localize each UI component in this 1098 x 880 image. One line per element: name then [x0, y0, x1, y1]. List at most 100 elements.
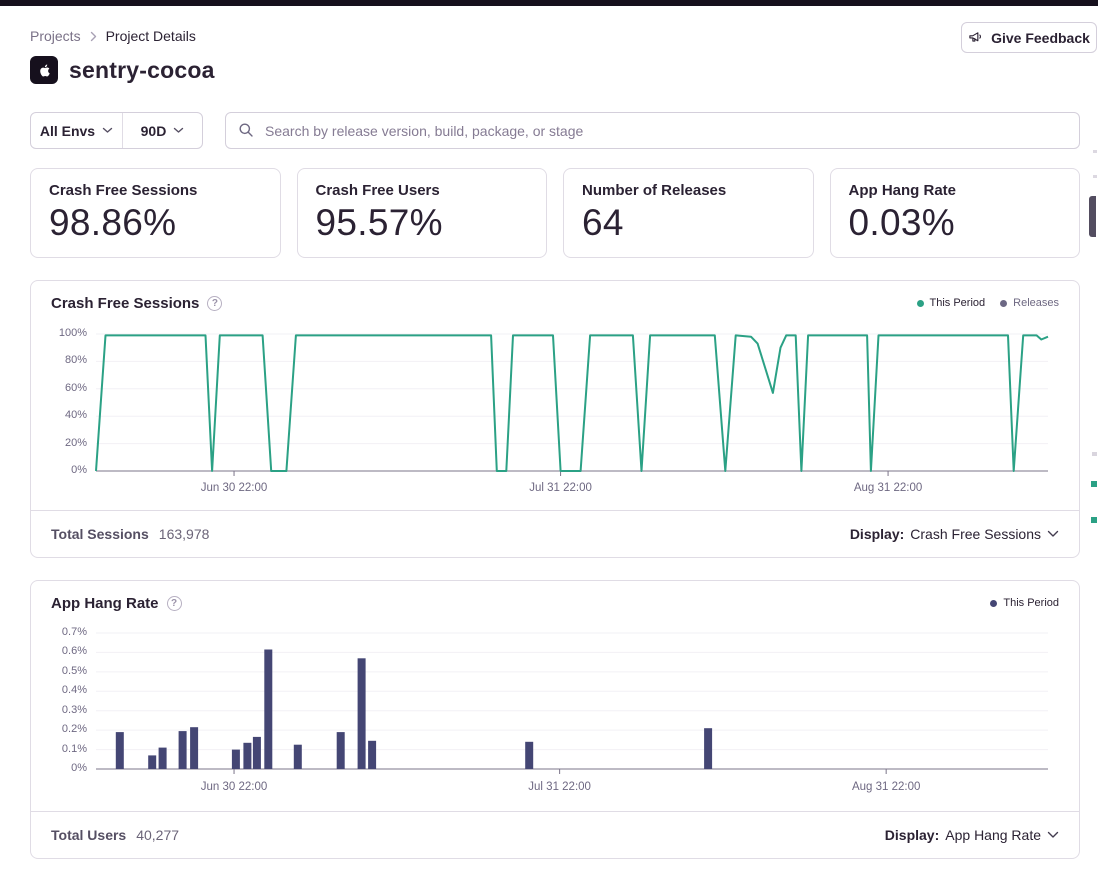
legend-dot-icon — [917, 300, 924, 307]
stat-label: Number of Releases — [582, 182, 795, 199]
stat-value: 98.86% — [49, 202, 262, 244]
chart-footer: Total Users 40,277 Display: App Hang Rat… — [31, 811, 1079, 858]
bar-series-bar — [704, 728, 712, 769]
y-axis-tick-label: 20% — [31, 437, 87, 449]
app-hang-rate-card: App Hang Rate ? This Period 0.7%0.6%0.5%… — [30, 580, 1080, 859]
chart-title: App Hang Rate — [51, 595, 159, 612]
stat-label: Crash Free Users — [316, 182, 529, 199]
chart-title: Crash Free Sessions — [51, 295, 199, 312]
clipped-right-panel-fragment — [1089, 196, 1096, 237]
total-users: Total Users 40,277 — [51, 827, 179, 843]
chevron-down-icon — [1047, 530, 1059, 538]
stat-value: 64 — [582, 202, 795, 244]
legend-dot-icon — [1000, 300, 1007, 307]
help-icon[interactable]: ? — [167, 596, 182, 611]
crash-free-sessions-card: Crash Free Sessions ? This Period Release… — [30, 280, 1080, 558]
clipped-right-panel-fragment — [1093, 175, 1097, 178]
chevron-down-icon — [102, 127, 113, 134]
y-axis-tick-label: 80% — [31, 354, 87, 366]
bar-series-bar — [243, 743, 251, 769]
total-value: 40,277 — [136, 827, 179, 843]
display-selector[interactable]: Display: Crash Free Sessions — [850, 526, 1059, 542]
legend-dot-icon — [990, 600, 997, 607]
stat-card-app-hang-rate: App Hang Rate 0.03% — [830, 168, 1081, 258]
stat-value: 0.03% — [849, 202, 1062, 244]
release-search — [225, 112, 1080, 149]
bar-series-bar — [190, 727, 198, 769]
legend-item[interactable]: This Period — [917, 297, 986, 309]
chart-header: Crash Free Sessions ? — [51, 295, 222, 312]
legend-label: Releases — [1013, 297, 1059, 309]
y-axis-tick-label: 0.7% — [31, 626, 87, 638]
app-hang-rate-plot[interactable] — [96, 633, 1048, 769]
megaphone-icon — [968, 30, 983, 45]
legend-item[interactable]: This Period — [990, 597, 1059, 609]
y-axis-tick-label: 60% — [31, 382, 87, 394]
chart-footer: Total Sessions 163,978 Display: Crash Fr… — [31, 510, 1079, 557]
display-value: App Hang Rate — [945, 827, 1041, 843]
crash-free-sessions-plot[interactable] — [96, 334, 1048, 471]
stat-value: 95.57% — [316, 202, 529, 244]
page-filter-bar: All Envs 90D — [30, 112, 203, 149]
breadcrumb-projects-link[interactable]: Projects — [30, 28, 81, 44]
help-icon[interactable]: ? — [207, 296, 222, 311]
stat-card-crash-free-sessions: Crash Free Sessions 98.86% — [30, 168, 281, 258]
bar-series-bar — [159, 748, 167, 769]
environment-selector-label: All Envs — [40, 123, 95, 139]
bar-series-bar — [116, 732, 124, 769]
x-axis-tick-label: Jun 30 22:00 — [201, 781, 268, 793]
chart-legend: This Period Releases — [917, 297, 1060, 309]
bar-series-bar — [253, 737, 261, 769]
page-title: sentry-cocoa — [69, 57, 215, 84]
summary-stats-row: Crash Free Sessions 98.86% Crash Free Us… — [30, 168, 1080, 258]
clipped-right-panel-fragment — [1092, 452, 1097, 456]
give-feedback-label: Give Feedback — [991, 30, 1090, 46]
chevron-down-icon — [1047, 831, 1059, 839]
display-selector[interactable]: Display: App Hang Rate — [885, 827, 1059, 843]
chevron-right-icon — [90, 31, 97, 42]
y-axis-tick-label: 40% — [31, 409, 87, 421]
chart-legend: This Period — [990, 597, 1059, 609]
y-axis-tick-label: 100% — [31, 327, 87, 339]
legend-label: This Period — [1003, 597, 1059, 609]
y-axis-tick-label: 0% — [31, 762, 87, 774]
date-range-selector[interactable]: 90D — [122, 113, 202, 148]
total-label: Total Sessions — [51, 526, 149, 542]
legend-label: This Period — [930, 297, 986, 309]
stat-card-number-of-releases: Number of Releases 64 — [563, 168, 814, 258]
x-axis-tick-label: Jul 31 22:00 — [528, 781, 591, 793]
bar-series-bar — [232, 750, 240, 769]
search-input[interactable] — [225, 112, 1080, 149]
clipped-right-panel-fragment — [1091, 481, 1097, 487]
total-sessions: Total Sessions 163,978 — [51, 526, 209, 542]
bar-series-bar — [179, 731, 187, 769]
bar-series-bar — [264, 650, 272, 770]
display-label: Display: — [885, 827, 939, 843]
y-axis-tick-label: 0.6% — [31, 645, 87, 657]
clipped-right-panel-fragment — [1093, 150, 1097, 153]
x-axis-tick-label: Jun 30 22:00 — [201, 482, 268, 494]
chart-header: App Hang Rate ? — [51, 595, 182, 612]
y-axis-tick-label: 0.1% — [31, 743, 87, 755]
top-edge-bar — [0, 0, 1098, 6]
clipped-right-panel-fragment — [1091, 517, 1097, 523]
search-icon — [238, 122, 254, 143]
stat-card-crash-free-users: Crash Free Users 95.57% — [297, 168, 548, 258]
stat-label: Crash Free Sessions — [49, 182, 262, 199]
breadcrumb: Projects Project Details — [30, 28, 196, 44]
project-details-page: Projects Project Details sentry-cocoa Gi… — [0, 0, 1098, 880]
apple-platform-icon — [30, 56, 58, 84]
x-axis-tick-label: Aug 31 22:00 — [854, 482, 922, 494]
total-label: Total Users — [51, 827, 126, 843]
bar-series-bar — [294, 745, 302, 769]
breadcrumb-current: Project Details — [106, 28, 196, 44]
legend-item[interactable]: Releases — [1000, 297, 1059, 309]
display-value: Crash Free Sessions — [910, 526, 1041, 542]
environment-selector[interactable]: All Envs — [31, 113, 122, 148]
y-axis-tick-label: 0.3% — [31, 704, 87, 716]
bar-series-bar — [368, 741, 376, 769]
give-feedback-button[interactable]: Give Feedback — [961, 22, 1097, 53]
y-axis-tick-label: 0.4% — [31, 684, 87, 696]
project-header: sentry-cocoa — [30, 56, 215, 84]
x-axis-tick-label: Jul 31 22:00 — [529, 482, 592, 494]
